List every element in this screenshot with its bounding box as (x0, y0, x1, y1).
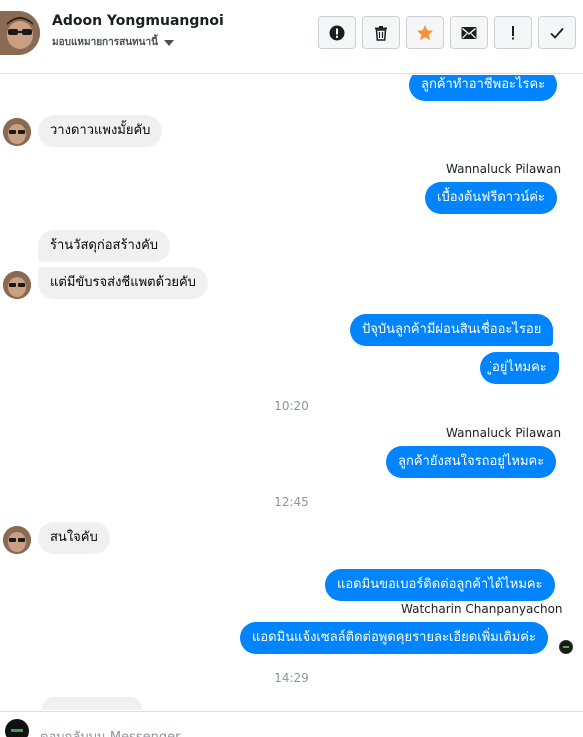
incoming-message[interactable]: แต่มีขับรจส่งชีแพตด้วยคับ (38, 267, 208, 299)
reply-composer: ตอบกลับบน Messenger (0, 711, 583, 737)
reply-input[interactable]: ตอบกลับบน Messenger (40, 726, 180, 737)
outgoing-message[interactable]: ปัจุบันลูกค้ามีผ่อนสินเชื่ออะไรอย (350, 314, 554, 346)
sender-name: Watcharin Chanpanyachon (401, 602, 563, 616)
trash-icon (375, 25, 387, 41)
contact-avatar-small[interactable] (3, 271, 31, 299)
assign-conversation-label: มอบแหมายการสนทนานี้ (52, 37, 158, 48)
outgoing-message[interactable]: ลูกค้ายังสนใจรถอยู่ไหมคะ (386, 446, 557, 478)
delete-button[interactable] (362, 16, 400, 49)
contact-avatar-small[interactable] (3, 118, 31, 146)
outgoing-message[interactable]: ลูกค้าทำอาชีพอะไรคะ (409, 75, 558, 101)
incoming-message[interactable]: สนใจคับ (38, 522, 110, 554)
incoming-message[interactable]: วางดาวแพงมั้ยคับ (38, 115, 163, 147)
sender-name: Wannaluck Pilawan (446, 162, 562, 176)
outgoing-message[interactable]: เบื้องต้นฟรีดาวน์ค่ะ (425, 182, 557, 214)
seen-indicator-icon (559, 640, 573, 654)
timestamp: 12:45 (274, 495, 309, 509)
contact-avatar[interactable] (0, 11, 40, 55)
outgoing-message[interactable]: แอดมินขอเบอร์ติดต่อลูกค้าได้ไหมคะ (325, 569, 555, 601)
conversation-header: Adoon Yongmuangnoi มอบแหมายการสนทนานี้ (0, 0, 583, 74)
timestamp: 10:20 (274, 399, 309, 413)
report-button[interactable] (318, 16, 356, 49)
outgoing-message[interactable]: แอดมินแจ้งเซลล์ติดต่อพูดคุยรายละเอียดเพิ… (240, 622, 548, 654)
timestamp: 14:29 (274, 671, 309, 685)
mark-done-button[interactable] (538, 16, 576, 49)
caret-down-icon (163, 39, 174, 46)
star-icon (417, 24, 433, 40)
envelope-icon (461, 26, 477, 39)
star-button[interactable] (406, 16, 444, 49)
contact-avatar-small[interactable] (3, 526, 31, 554)
assign-conversation-dropdown[interactable]: มอบแหมายการสนทนานี้ (52, 35, 174, 50)
checkmark-icon (550, 27, 564, 39)
incoming-message[interactable]: ร้านวัสดุก่อสร้างคับ (38, 230, 171, 262)
mark-unread-button[interactable] (450, 16, 488, 49)
mark-spam-button[interactable] (494, 16, 532, 49)
contact-name[interactable]: Adoon Yongmuangnoi (52, 13, 224, 29)
alert-circle-icon (329, 25, 345, 40)
message-thread[interactable]: ลูกค้าทำอาชีพอะไรคะ วางดาวแพงมั้ยคับ Wan… (0, 75, 583, 710)
sender-name: Wannaluck Pilawan (446, 426, 562, 440)
page-avatar (5, 719, 29, 737)
incoming-message-partial[interactable] (42, 697, 142, 710)
exclamation-icon (512, 25, 514, 39)
outgoing-message[interactable]: ู่อยู่ไหมคะ (480, 352, 559, 384)
conversation-toolbar (318, 16, 576, 49)
